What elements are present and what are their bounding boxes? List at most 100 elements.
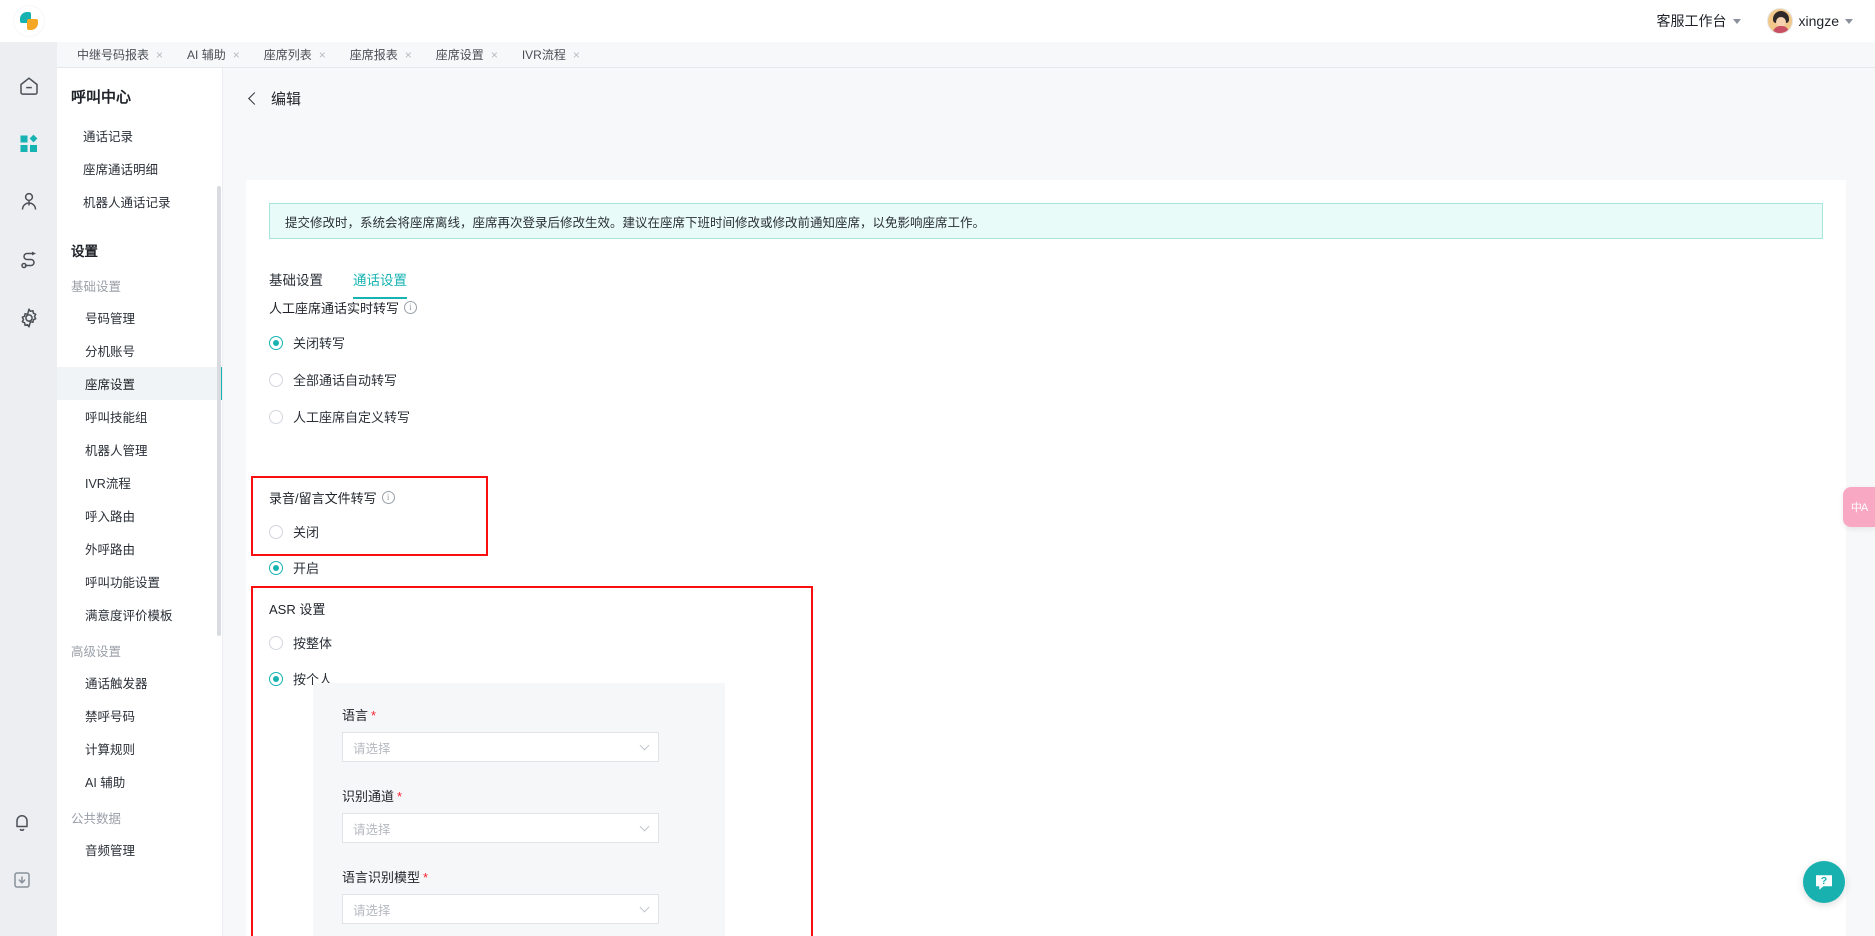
notice-text: 提交修改时，系统会将座席离线，座席再次登录后修改生效。建议在座席下班时间修改或修… bbox=[285, 215, 986, 230]
sidebar-scrollbar[interactable] bbox=[217, 186, 221, 636]
radio-file-transcription-on[interactable]: 开启 bbox=[269, 558, 395, 577]
channel-select[interactable]: 请选择 bbox=[342, 813, 659, 843]
chevron-down-icon bbox=[1732, 18, 1741, 24]
main-content: 编辑 提交修改时，系统会将座席离线，座席再次登录后修改生效。建议在座席下班时间修… bbox=[223, 68, 1875, 936]
app-logo[interactable] bbox=[0, 0, 57, 42]
gear-icon[interactable] bbox=[7, 296, 51, 340]
tab-zuoxi-shezhi[interactable]: 座席设置 × bbox=[424, 42, 510, 68]
language-select[interactable]: 请选择 bbox=[342, 732, 659, 762]
radio-file-transcription-off[interactable]: 关闭 bbox=[269, 522, 395, 541]
info-circle-icon[interactable]: i bbox=[381, 491, 395, 504]
sidebar-item-label: 外呼路由 bbox=[85, 543, 136, 557]
sidebar-item-label: 机器人管理 bbox=[85, 444, 148, 458]
close-icon[interactable]: × bbox=[405, 49, 412, 61]
asr-fields-panel: 语言 * 请选择 识别通道 * 请选择 语言识别模型 * 请选择 bbox=[313, 683, 725, 936]
avatar bbox=[1766, 8, 1793, 34]
user-icon[interactable] bbox=[7, 180, 51, 224]
settings-card: 提交修改时，系统会将座席离线，座席再次登录后修改生效。建议在座席下班时间修改或修… bbox=[246, 180, 1846, 936]
bell-icon[interactable] bbox=[0, 800, 44, 844]
close-icon[interactable]: × bbox=[491, 49, 498, 61]
form-tabs: 基础设置 通话设置 bbox=[269, 269, 1846, 299]
sidebar-item-haoma-guanli[interactable]: 号码管理 bbox=[57, 301, 222, 334]
user-menu[interactable]: xingze bbox=[1766, 8, 1853, 34]
sidebar-group-advanced: 高级设置 bbox=[71, 645, 122, 659]
translate-icon[interactable]: 中A bbox=[1843, 487, 1875, 527]
tab-label: 通话设置 bbox=[353, 273, 407, 288]
info-circle-icon[interactable]: i bbox=[404, 301, 418, 314]
sidebar-item-jiqiren-tonghua-jilu[interactable]: 机器人通话记录 bbox=[57, 185, 222, 218]
help-bubble-svg: ? bbox=[1816, 875, 1832, 890]
sidebar-item-jiqiren-guanli[interactable]: 机器人管理 bbox=[57, 433, 222, 466]
tab-call-settings[interactable]: 通话设置 bbox=[353, 269, 407, 299]
sidebar-item-jisuan-guize[interactable]: 计算规则 bbox=[57, 732, 222, 765]
sidebar-item-zuoxi-shezhi[interactable]: 座席设置 bbox=[57, 367, 222, 400]
app-root: 客服工作台 xingze 中继号码报表 × AI 辅助 × 座席列表 × 座席报… bbox=[0, 0, 1875, 936]
sidebar-item-label: 座席通话明细 bbox=[83, 163, 159, 177]
sidebar-item-tonghua-jilu[interactable]: 通话记录 bbox=[57, 119, 222, 152]
channel-field-label: 识别通道 * bbox=[342, 786, 725, 805]
sidebar-item-manyidu-pingjia-moban[interactable]: 满意度评价模板 bbox=[57, 598, 222, 631]
sidebar-item-waihu-luyou[interactable]: 外呼路由 bbox=[57, 532, 222, 565]
tab-label: 座席列表 bbox=[263, 48, 312, 62]
chevron-down-icon bbox=[639, 740, 650, 750]
sidebar-item-ivr-liucheng[interactable]: IVR流程 bbox=[57, 466, 222, 499]
model-select[interactable]: 请选择 bbox=[342, 894, 659, 924]
tab-zuoxi-baobiao[interactable]: 座席报表 × bbox=[338, 42, 424, 68]
radio-close-transcription[interactable]: 关闭转写 bbox=[269, 333, 417, 352]
sidebar-item-fenji-zhanghao[interactable]: 分机账号 bbox=[57, 334, 222, 367]
close-icon[interactable]: × bbox=[233, 49, 240, 61]
close-icon[interactable]: × bbox=[573, 49, 580, 61]
tab-ivr-liucheng[interactable]: IVR流程 × bbox=[510, 42, 592, 68]
sidebar-item-tonghua-chufaqi[interactable]: 通话触发器 bbox=[57, 666, 222, 699]
top-header-bar: 客服工作台 xingze bbox=[0, 0, 1875, 42]
sidebar-item-zuoxi-tonghua-mingxi[interactable]: 座席通话明细 bbox=[57, 152, 222, 185]
language-field-label: 语言 * bbox=[342, 705, 725, 724]
label-text: 识别通道 bbox=[342, 789, 395, 804]
workspace-switcher[interactable]: 客服工作台 bbox=[1657, 11, 1741, 31]
tab-label: 座席设置 bbox=[435, 48, 484, 62]
app-logo-icon bbox=[13, 6, 44, 36]
workspace-label: 客服工作台 bbox=[1656, 13, 1727, 29]
close-icon[interactable]: × bbox=[319, 49, 326, 61]
file-transcription-label: 录音/留言文件转写 i bbox=[269, 488, 395, 507]
tab-zhongji-haoma-baobiao[interactable]: 中继号码报表 × bbox=[65, 42, 175, 68]
help-question-icon[interactable]: ? bbox=[1803, 861, 1845, 903]
radio-label: 开启 bbox=[293, 561, 320, 576]
sidebar-item-ai-fuzhu[interactable]: AI 辅助 bbox=[57, 765, 222, 798]
sidebar-item-huijiao-gongneng-shezhi[interactable]: 呼叫功能设置 bbox=[57, 565, 222, 598]
chevron-down-icon bbox=[639, 821, 650, 831]
sidebar-group-basic: 基础设置 bbox=[71, 280, 122, 294]
radio-indicator bbox=[269, 335, 283, 350]
tab-zuoxi-liebiao[interactable]: 座席列表 × bbox=[252, 42, 338, 68]
tab-ai-fuzhu[interactable]: AI 辅助 × bbox=[175, 42, 252, 68]
tab-basic-settings[interactable]: 基础设置 bbox=[269, 269, 323, 299]
sidebar-item-jinhu-haoma[interactable]: 禁呼号码 bbox=[57, 699, 222, 732]
radio-indicator bbox=[269, 671, 283, 686]
chevron-down-icon bbox=[639, 902, 650, 912]
sidebar-item-label: 计算规则 bbox=[85, 743, 136, 757]
tab-label: 中继号码报表 bbox=[77, 48, 150, 62]
radio-indicator bbox=[269, 372, 283, 387]
radio-custom-transcription[interactable]: 人工座席自定义转写 bbox=[269, 407, 417, 426]
required-marker: * bbox=[397, 789, 403, 804]
sidebar-item-huijiao-jinengzu[interactable]: 呼叫技能组 bbox=[57, 400, 222, 433]
back-chevron-icon[interactable] bbox=[248, 92, 261, 105]
sidebar-item-label: 座席设置 bbox=[85, 378, 136, 392]
close-icon[interactable]: × bbox=[156, 49, 163, 61]
sidebar-item-label: 呼叫技能组 bbox=[85, 411, 148, 425]
label-text: 语言识别模型 bbox=[342, 870, 421, 885]
select-placeholder: 请选择 bbox=[353, 822, 391, 837]
sidebar-item-huru-luyou[interactable]: 呼入路由 bbox=[57, 499, 222, 532]
home-icon[interactable] bbox=[7, 64, 51, 108]
sidebar-item-label: 分机账号 bbox=[85, 345, 136, 359]
label-text: 录音/留言文件转写 bbox=[269, 491, 377, 506]
sidebar-item-yinpin-guanli[interactable]: 音频管理 bbox=[57, 833, 222, 866]
flow-icon[interactable] bbox=[7, 238, 51, 282]
radio-asr-overall[interactable]: 按整体 bbox=[269, 633, 332, 652]
user-name: xingze bbox=[1798, 13, 1839, 29]
file-transcription-group: 录音/留言文件转写 i 关闭 开启 bbox=[269, 488, 395, 577]
download-icon[interactable] bbox=[0, 858, 44, 902]
apps-icon[interactable] bbox=[7, 122, 51, 166]
sidebar-item-label: 通话触发器 bbox=[85, 677, 148, 691]
radio-all-auto-transcription[interactable]: 全部通话自动转写 bbox=[269, 370, 417, 389]
